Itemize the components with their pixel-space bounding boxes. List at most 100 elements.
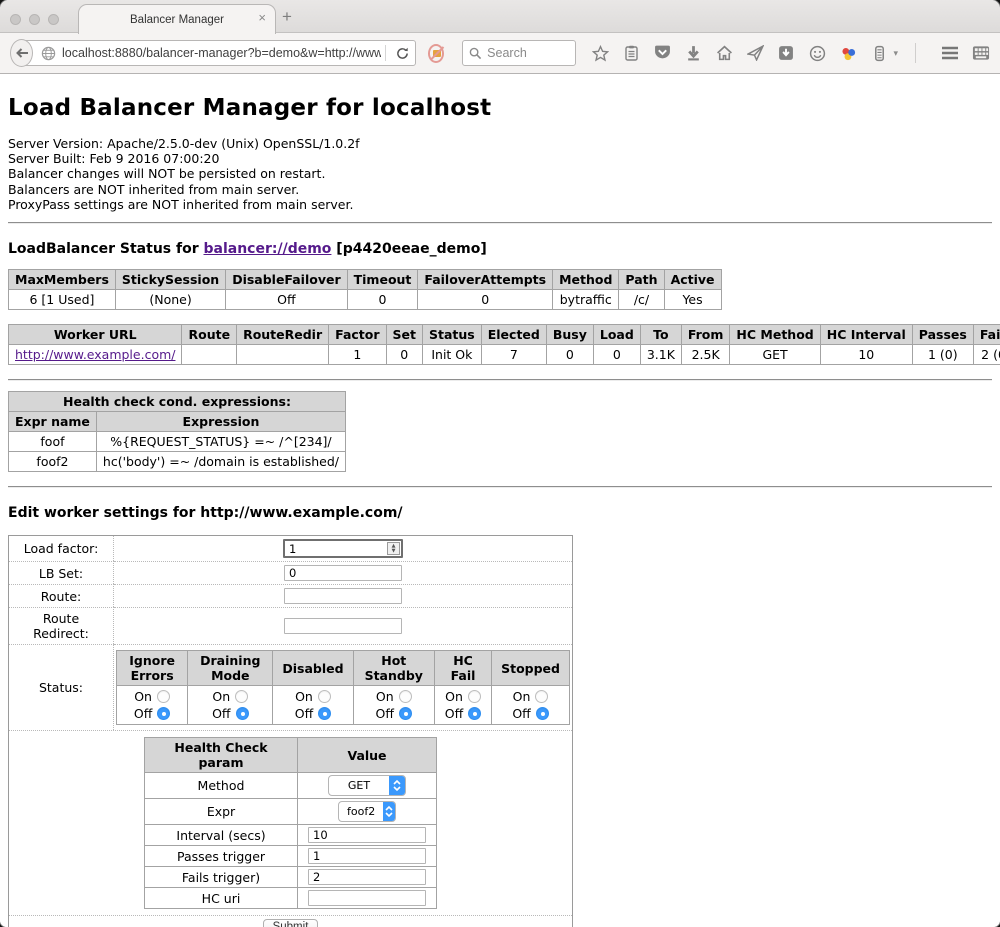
passes-input[interactable]: [308, 848, 426, 864]
table-header-row: Worker URL Route RouteRedir Factor Set S…: [9, 325, 1000, 345]
search-bar[interactable]: Search: [462, 40, 576, 66]
draining-mode-off-radio[interactable]: [236, 707, 249, 720]
pocket-icon[interactable]: [653, 44, 671, 62]
bookmark-star-icon[interactable]: [591, 44, 609, 62]
disabled-radios: On Off: [273, 686, 353, 725]
send-plane-icon[interactable]: [746, 44, 764, 62]
hot-standby-off-radio[interactable]: [399, 707, 412, 720]
search-placeholder: Search: [487, 46, 527, 60]
new-tab-icon[interactable]: +: [282, 8, 292, 25]
server-version-line: Server Version: Apache/2.5.0-dev (Unix) …: [8, 136, 992, 151]
table-title-row: Health check cond. expressions:: [9, 392, 346, 412]
select-stepper-icon: [389, 776, 405, 795]
reload-button[interactable]: [390, 47, 415, 60]
reading-list-icon[interactable]: [622, 44, 640, 62]
divider: [8, 486, 992, 488]
route-input[interactable]: [284, 588, 402, 604]
hc-fail-on-radio[interactable]: [468, 690, 481, 703]
method-select[interactable]: GET: [328, 775, 406, 796]
page-content: Load Balancer Manager for localhost Serv…: [0, 74, 1000, 927]
col-disabled: Disabled: [273, 651, 353, 686]
home-icon[interactable]: [715, 44, 733, 62]
interval-input[interactable]: [308, 827, 426, 843]
submit-button[interactable]: Submit: [263, 919, 319, 927]
col-active: Active: [664, 270, 721, 290]
heading-suffix: [p4420eeae_demo]: [331, 241, 486, 257]
menu-hamburger-icon[interactable]: [941, 44, 959, 62]
disabled-off-radio[interactable]: [318, 707, 331, 720]
draining-mode-on-radio[interactable]: [235, 690, 248, 703]
ignore-errors-off-radio[interactable]: [157, 707, 170, 720]
hot-standby-radios: On Off: [353, 686, 434, 725]
browser-window: Balancer Manager × + localhost:8880/bala…: [0, 0, 1000, 927]
download-icon[interactable]: [684, 44, 702, 62]
col-hc-method: HC Method: [730, 325, 820, 345]
method-select-value: GET: [329, 779, 389, 792]
title-bar: Balancer Manager × +: [0, 0, 1000, 33]
balancer-demo-link[interactable]: balancer://demo: [204, 241, 332, 257]
cell-timeout: 0: [347, 290, 418, 310]
container-battery-icon[interactable]: [870, 44, 888, 62]
hc-uri-input[interactable]: [308, 890, 426, 906]
hc-fail-off-radio[interactable]: [468, 707, 481, 720]
on-label: On: [513, 688, 531, 705]
fails-input[interactable]: [308, 869, 426, 885]
traffic-lights: [10, 14, 59, 25]
cell-expression: %{REQUEST_STATUS} =~ /^[234]/: [96, 432, 345, 452]
load-factor-stepper: ▲▼: [283, 539, 403, 558]
tab-balancer-manager[interactable]: Balancer Manager ×: [78, 4, 276, 34]
url-text[interactable]: localhost:8880/balancer-manager?b=demo&w…: [62, 46, 381, 60]
hc-method-row: Method GET: [145, 773, 437, 799]
table-row: foof %{REQUEST_STATUS} =~ /^[234]/: [9, 432, 346, 452]
select-stepper-icon: [383, 802, 395, 821]
zoom-window-icon[interactable]: [48, 14, 59, 25]
tab-close-icon[interactable]: ×: [258, 11, 266, 24]
route-redirect-label: Route Redirect:: [9, 607, 114, 644]
hot-standby-on-radio[interactable]: [399, 690, 412, 703]
minimize-window-icon[interactable]: [29, 14, 40, 25]
on-label: On: [376, 688, 394, 705]
lb-set-input[interactable]: [284, 565, 402, 581]
disabled-on-radio[interactable]: [318, 690, 331, 703]
load-factor-input[interactable]: [283, 539, 403, 558]
close-window-icon[interactable]: [10, 14, 21, 25]
col-ignore-errors: Ignore Errors: [117, 651, 188, 686]
hc-fail-radios: On Off: [434, 686, 491, 725]
col-timeout: Timeout: [347, 270, 418, 290]
col-method: Method: [553, 270, 619, 290]
stopped-radios: On Off: [492, 686, 570, 725]
expr-select[interactable]: foof2: [338, 801, 396, 822]
route-redirect-input[interactable]: [284, 618, 402, 634]
url-bar[interactable]: localhost:8880/balancer-manager?b=demo&w…: [20, 40, 416, 66]
save-to-box-icon[interactable]: [777, 44, 795, 62]
col-factor: Factor: [329, 325, 386, 345]
cell-set: 0: [386, 345, 422, 365]
chat-smiley-icon[interactable]: [808, 44, 826, 62]
cell-elected: 7: [481, 345, 546, 365]
col-worker-url: Worker URL: [9, 325, 182, 345]
content-blocked-icon[interactable]: [428, 44, 444, 63]
worker-url-link[interactable]: http://www.example.com/: [15, 347, 175, 362]
hc-uri-label: HC uri: [145, 888, 298, 909]
overflow-caret-icon[interactable]: ▾: [893, 48, 898, 59]
col-elected: Elected: [481, 325, 546, 345]
search-icon: [469, 47, 482, 60]
off-label: Off: [295, 705, 313, 722]
number-spinner-icon[interactable]: ▲▼: [387, 542, 400, 555]
table-header-row: Ignore Errors Draining Mode Disabled Hot…: [117, 651, 570, 686]
col-from: From: [681, 325, 730, 345]
lb-set-label: LB Set:: [9, 561, 114, 584]
back-button[interactable]: [10, 39, 33, 67]
hc-expressions-title: Health check cond. expressions:: [9, 392, 346, 412]
cell-to: 3.1K: [640, 345, 681, 365]
cell-active: Yes: [664, 290, 721, 310]
navigation-bar: localhost:8880/balancer-manager?b=demo&w…: [0, 33, 1000, 74]
form-row-route: Route:: [9, 584, 572, 607]
ignore-errors-on-radio[interactable]: [157, 690, 170, 703]
keyboard-grid-icon[interactable]: [972, 44, 990, 62]
color-dots-icon[interactable]: [839, 44, 857, 62]
cell-stickysession: (None): [115, 290, 225, 310]
stopped-on-radio[interactable]: [535, 690, 548, 703]
stopped-off-radio[interactable]: [536, 707, 549, 720]
hc-fails-row: Fails trigger): [145, 867, 437, 888]
